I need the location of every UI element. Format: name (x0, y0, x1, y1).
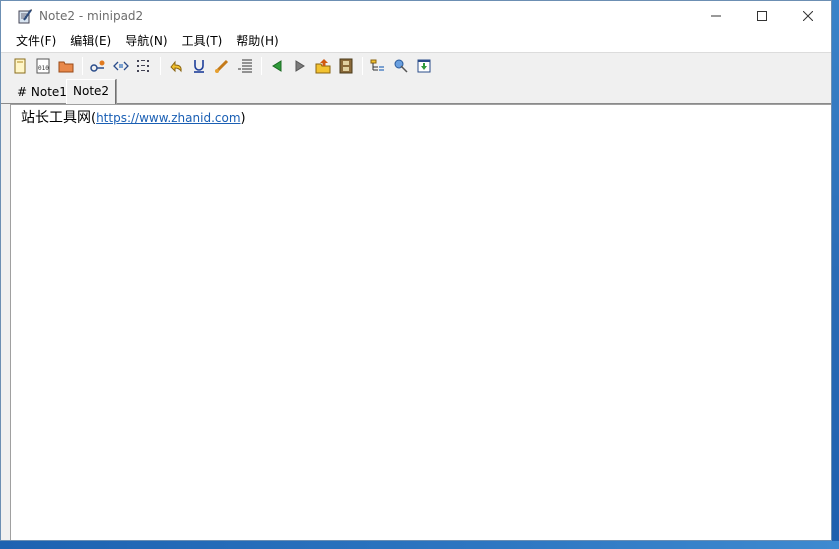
note-editor[interactable]: 站长工具网(https://www.zhanid.com) (10, 104, 831, 540)
menu-help[interactable]: 帮助(H) (229, 31, 285, 52)
menu-edit[interactable]: 编辑(E) (63, 31, 118, 52)
tree-view-icon (370, 59, 384, 71)
arrow-left-icon (272, 59, 282, 72)
undo-arrow-icon (170, 60, 182, 72)
brush-icon (215, 59, 229, 73)
tab-note2[interactable]: Note2 (66, 79, 117, 104)
window-title: Note2 - minipad2 (39, 9, 144, 23)
new-binary-button[interactable]: 010 (32, 55, 54, 77)
binary-page-icon: 010 (36, 58, 50, 73)
dotted-list-icon (137, 59, 149, 72)
window-controls (693, 1, 831, 31)
underline-icon (194, 59, 204, 73)
app-window: Note2 - minipad2 文件(F) 编辑(E) 导航(N) 工具(T)… (0, 0, 832, 541)
link-button[interactable] (87, 55, 109, 77)
maximize-button[interactable] (739, 1, 785, 31)
close-paren: ) (240, 111, 246, 126)
angle-brackets-icon (113, 61, 129, 70)
pushpin-icon (394, 59, 408, 73)
notepad-pencil-icon (17, 8, 33, 24)
desktop-background (832, 0, 839, 549)
tab-bar: # Note1 Note2 (1, 78, 831, 104)
forward-button[interactable] (289, 55, 311, 77)
window-toggle-button[interactable] (413, 55, 435, 77)
open-folder-button[interactable] (55, 55, 77, 77)
new-page-icon (14, 58, 26, 73)
lines-icon (238, 59, 252, 72)
editor-text-line: 站长工具网(https://www.zhanid.com) (21, 107, 246, 127)
toolbar-separator (160, 56, 161, 75)
key-link-icon (90, 60, 105, 72)
up-folder-icon (315, 58, 331, 73)
film-button[interactable] (335, 55, 357, 77)
title-bar[interactable]: Note2 - minipad2 (1, 1, 831, 31)
menu-tools[interactable]: 工具(T) (175, 31, 230, 52)
desktop-background-bottom (0, 541, 839, 549)
line-number-button[interactable] (234, 55, 256, 77)
menu-file[interactable]: 文件(F) (9, 31, 63, 52)
outline-button[interactable] (133, 55, 155, 77)
toolbar: 010 (1, 52, 831, 78)
toolbar-separator (82, 56, 83, 75)
back-button[interactable] (266, 55, 288, 77)
up-button[interactable] (312, 55, 334, 77)
toolbar-separator (261, 56, 262, 75)
menu-bar: 文件(F) 编辑(E) 导航(N) 工具(T) 帮助(H) (1, 31, 831, 52)
tags-button[interactable] (110, 55, 132, 77)
tab-note1[interactable]: # Note1 (13, 81, 71, 103)
underline-button[interactable] (188, 55, 210, 77)
svg-text:010: 010 (38, 65, 49, 72)
window-insert-icon (417, 59, 431, 72)
tree-button[interactable] (367, 55, 389, 77)
close-button[interactable] (785, 1, 831, 31)
editor-text: 站长工具网 (21, 110, 91, 126)
toolbar-separator (362, 56, 363, 75)
new-note-button[interactable] (9, 55, 31, 77)
folder-icon (58, 61, 74, 72)
minimize-button[interactable] (693, 1, 739, 31)
menu-navigate[interactable]: 导航(N) (118, 31, 174, 52)
arrow-right-icon (295, 59, 305, 72)
film-strip-icon (339, 58, 353, 73)
editor-hyperlink[interactable]: https://www.zhanid.com (96, 111, 240, 125)
pin-button[interactable] (390, 55, 412, 77)
undo-button[interactable] (165, 55, 187, 77)
highlight-button[interactable] (211, 55, 233, 77)
